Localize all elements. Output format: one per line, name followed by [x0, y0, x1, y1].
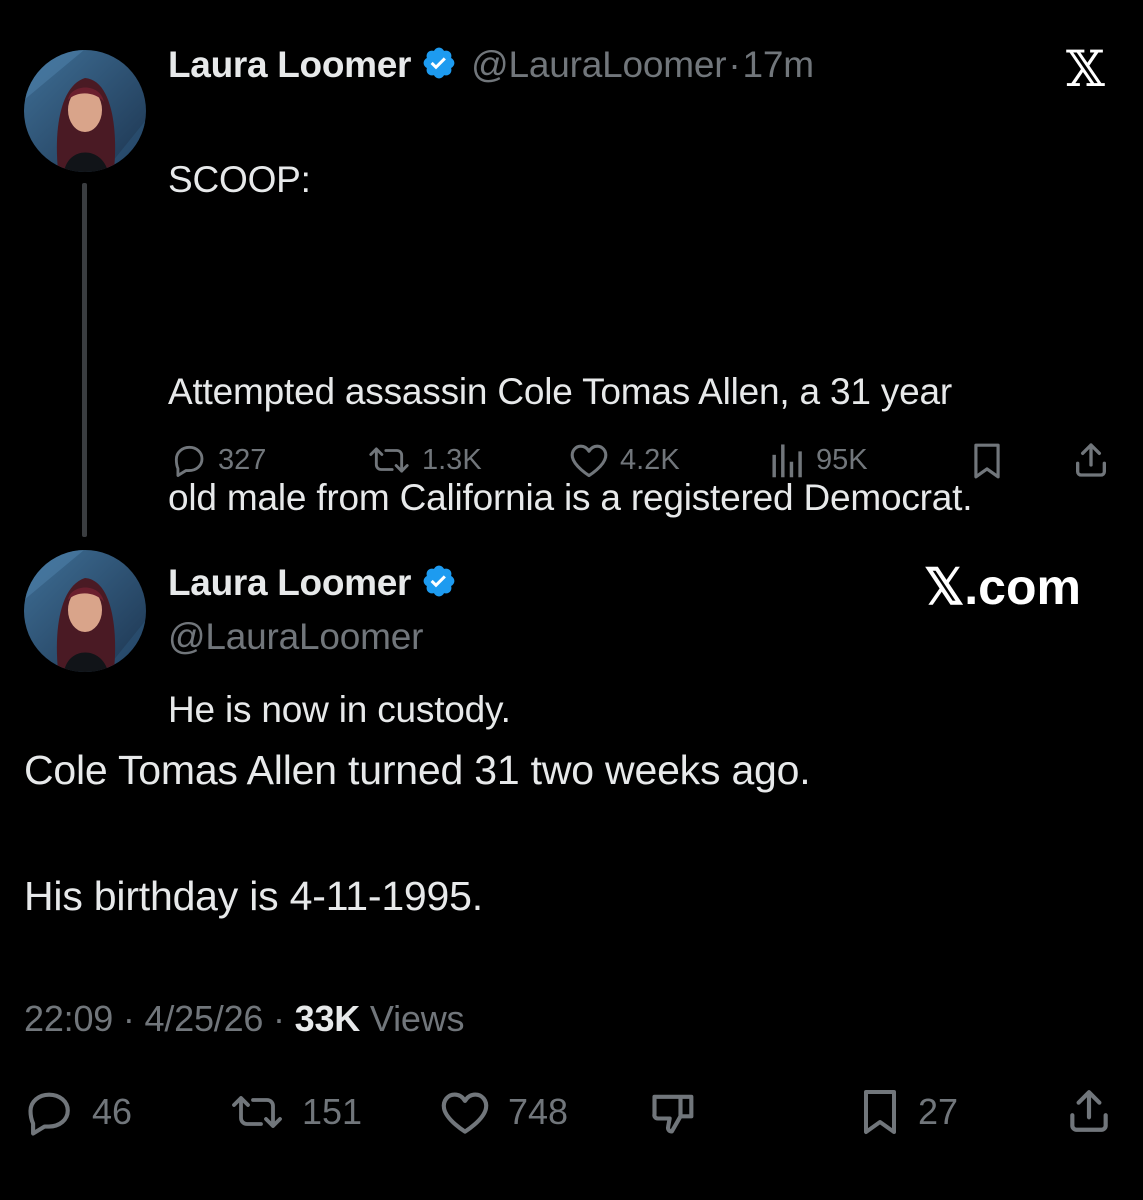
x-logo-icon: 𝕏: [1066, 40, 1105, 98]
reply-count: 46: [92, 1091, 133, 1132]
thread-connector-line: [82, 183, 87, 537]
bookmark-icon: [864, 1090, 896, 1134]
timestamp[interactable]: 17m: [743, 44, 815, 86]
repost-icon: [232, 1096, 282, 1128]
author-handle[interactable]: @LauraLoomer: [471, 44, 726, 86]
author-avatar[interactable]: [24, 550, 146, 672]
separator-dot: ·: [273, 998, 285, 1039]
repost-count: 151: [302, 1091, 363, 1132]
tweet-metadata: 22:09 · 4/25/26 · 33K Views: [24, 998, 465, 1040]
quoted-tweet-header: Laura Loomer @LauraLoomer · 17m: [168, 44, 814, 86]
repost-icon: [369, 447, 409, 473]
reply-icon: [174, 445, 204, 477]
site-logo: 𝕏.com: [924, 559, 1081, 615]
tweet-text-line: SCOOP:: [168, 159, 311, 200]
repost-count: 1.3K: [422, 443, 482, 476]
share-icon[interactable]: [1071, 440, 1111, 485]
author-name[interactable]: Laura Loomer: [168, 562, 411, 604]
separator-dot: ·: [728, 44, 741, 85]
reply-button[interactable]: 46: [24, 1088, 132, 1136]
like-count: 4.2K: [620, 443, 680, 476]
views-icon: [772, 444, 802, 478]
bookmark-count: 27: [918, 1091, 959, 1132]
separator-dot: ·: [122, 998, 135, 1039]
reply-icon: [28, 1092, 70, 1136]
tweet-text-line: He is now in custody.: [168, 689, 511, 730]
verified-badge-icon[interactable]: [421, 45, 457, 86]
bookmark-icon[interactable]: [970, 442, 1004, 485]
repost-button[interactable]: 151: [228, 1088, 362, 1136]
views-button[interactable]: 95K: [770, 441, 868, 479]
author-avatar[interactable]: [24, 50, 146, 172]
like-count: 748: [508, 1091, 569, 1132]
main-tweet-header: Laura Loomer: [168, 562, 457, 604]
like-button[interactable]: 4.2K: [568, 441, 680, 479]
bookmark-button[interactable]: 27: [858, 1088, 958, 1136]
tweet-time[interactable]: 22:09: [24, 998, 113, 1039]
dislike-icon[interactable]: [648, 1088, 700, 1141]
author-handle[interactable]: @LauraLoomer: [168, 616, 423, 658]
tweet-date[interactable]: 4/25/26: [145, 998, 264, 1039]
like-icon: [441, 1092, 489, 1134]
main-tweet-text-line-2: His birthday is 4-11-1995.: [24, 873, 483, 919]
verified-badge-icon[interactable]: [421, 563, 457, 604]
share-icon[interactable]: [1064, 1086, 1114, 1141]
reply-button[interactable]: 327: [170, 441, 266, 479]
repost-button[interactable]: 1.3K: [366, 441, 482, 479]
main-tweet-text-line-1: Cole Tomas Allen turned 31 two weeks ago…: [24, 747, 811, 793]
reply-count: 327: [218, 443, 267, 476]
views-label: Views: [369, 998, 465, 1039]
author-name[interactable]: Laura Loomer: [168, 44, 411, 86]
like-button[interactable]: 748: [438, 1088, 568, 1136]
tweet-text-line: Attempted assassin Cole Tomas Allen, a 3…: [168, 371, 952, 412]
views-count: 33K: [294, 998, 361, 1039]
like-icon: [570, 444, 608, 478]
views-count: 95K: [816, 443, 868, 476]
